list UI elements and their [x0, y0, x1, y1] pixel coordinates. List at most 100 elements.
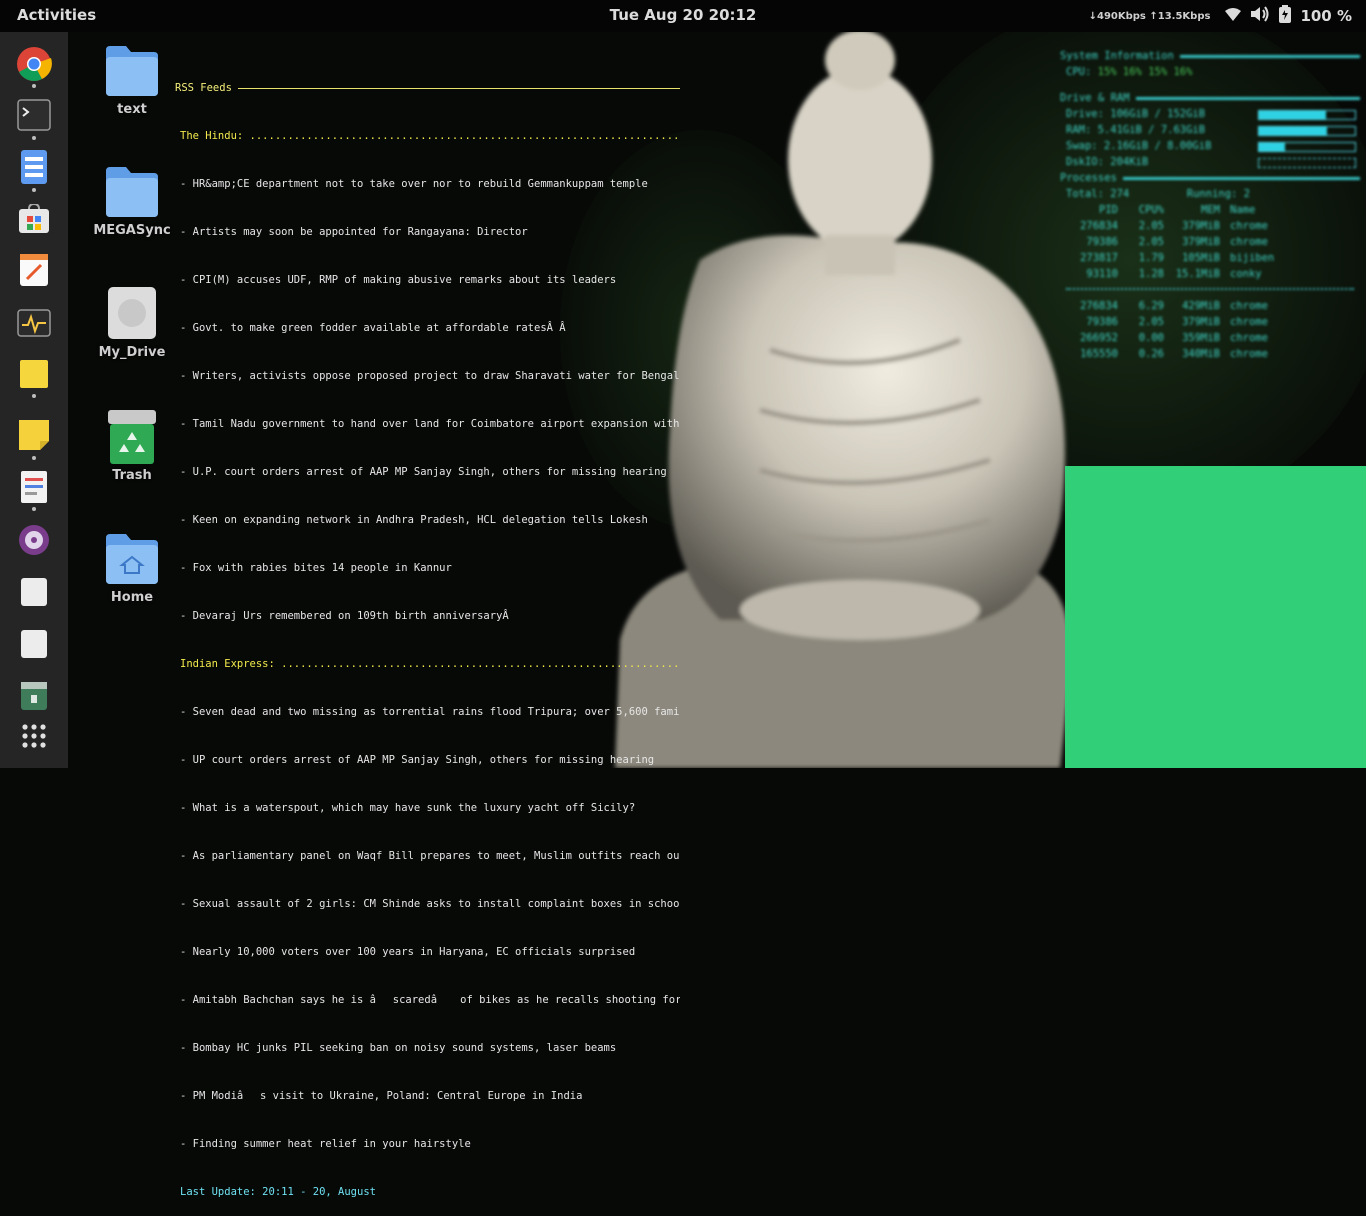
files-icon[interactable] — [14, 147, 54, 187]
terminal-icon[interactable] — [14, 95, 54, 135]
process-mem: 340MiB — [1182, 348, 1220, 360]
rss-item: - HR&amp;CE department not to take over … — [180, 178, 648, 190]
process-cpu: 1.79 — [1138, 252, 1164, 264]
rss-item: - As parliamentary panel on Waqf Bill pr… — [180, 850, 680, 862]
sticky-note-icon[interactable] — [14, 354, 54, 394]
section-title: Processes — [1060, 172, 1117, 184]
process-cpu: 0.26 — [1138, 348, 1164, 360]
process-totals: Total: 274 Running: 2 — [1060, 186, 1360, 202]
process-row: 266952 0.00 359MiB chrome — [1060, 330, 1360, 346]
clock-button[interactable]: Tue Aug 20 20:12 — [610, 6, 757, 24]
rss-item: - Seven dead and two missing as torrenti… — [180, 706, 680, 718]
cpu-values: 15% 16% 15% 16% — [1097, 66, 1193, 78]
process-cpu: 0.00 — [1138, 332, 1164, 344]
running-indicator — [32, 507, 36, 511]
process-header: PID CPU% MEM Name — [1060, 202, 1360, 218]
drive-usage: Drive: 106GiB / 152GiB — [1066, 108, 1206, 120]
rss-item: - UP court orders arrest of AAP MP Sanja… — [180, 754, 655, 766]
rss-item: - CPI(M) accuses UDF, RMP of making abus… — [180, 274, 617, 286]
process-row: 165550 0.26 340MiB chrome — [1060, 346, 1360, 362]
dock — [0, 32, 68, 768]
system-monitor-icon[interactable] — [14, 303, 54, 343]
rss-item: - Tamil Nadu government to hand over lan… — [180, 418, 680, 430]
process-pid: 79386 — [1086, 236, 1118, 248]
media-player-icon[interactable] — [14, 520, 54, 560]
process-name: chrome — [1230, 332, 1268, 344]
process-row: 93110 1.28 15.1MiB conky — [1060, 266, 1360, 282]
process-row: 276834 2.05 379MiB chrome — [1060, 218, 1360, 234]
bar-fill — [1259, 143, 1285, 151]
desktop-icon-label: My_Drive — [98, 345, 166, 360]
software-icon[interactable] — [14, 199, 54, 239]
archive-icon[interactable] — [14, 676, 54, 716]
bar-fill — [1259, 111, 1327, 119]
volume-icon[interactable] — [1250, 6, 1270, 26]
process-name: chrome — [1230, 300, 1268, 312]
rss-title: RSS Feeds — [175, 82, 232, 94]
desktop-icon-label: MEGASync — [93, 223, 171, 238]
col-cpu: CPU% — [1138, 204, 1164, 216]
blank-app-icon[interactable] — [14, 572, 54, 612]
process-cpu: 2.05 — [1138, 316, 1164, 328]
rss-item: - Amitabh Bachchan says he is âscaredâ… — [180, 994, 680, 1006]
rss-item: - Devaraj Urs remembered on 109th birth … — [180, 610, 509, 622]
process-mem: 379MiB — [1182, 220, 1220, 232]
chrome-icon[interactable] — [14, 44, 54, 84]
notes-icon[interactable] — [14, 416, 54, 456]
swap-usage-bar — [1258, 142, 1356, 152]
section-title: Drive & RAM — [1060, 92, 1130, 104]
process-name: chrome — [1230, 348, 1268, 360]
rss-source-title: The Hindu: .............................… — [180, 130, 680, 142]
folder-icon — [104, 163, 160, 219]
rss-header: RSS Feeds — [175, 80, 680, 96]
running-indicator — [32, 456, 36, 460]
rss-item: - Fox with rabies bites 14 people in Kan… — [180, 562, 452, 574]
battery-percentage: 100 % — [1300, 7, 1352, 25]
diskio-graph — [1258, 158, 1356, 168]
section-rule — [1122, 176, 1360, 180]
desktop-icon-megasync[interactable]: MEGASync — [92, 163, 172, 238]
swap-usage: Swap: 2.16GiB / 8.00GiB — [1066, 140, 1212, 152]
process-row: 79386 2.05 379MiB chrome — [1060, 234, 1360, 250]
system-tray[interactable]: ↓490Kbps ↑13.5Kbps 100 % — [1089, 5, 1352, 27]
desktop-icon-label: Home — [110, 590, 154, 605]
process-cpu: 2.05 — [1138, 236, 1164, 248]
rss-source-title: Indian Express: ........................… — [180, 658, 680, 670]
diskio-value: DskIO: 204KiB — [1066, 156, 1149, 168]
section-header: Processes — [1060, 170, 1360, 186]
ram-usage-bar — [1258, 126, 1356, 136]
rss-item: - Artists may soon be appointed for Rang… — [180, 226, 528, 238]
process-cpu: 2.05 — [1138, 220, 1164, 232]
show-apps-icon[interactable] — [14, 716, 54, 756]
desktop-icon-home[interactable]: Home — [92, 530, 172, 605]
text-editor-icon[interactable] — [14, 250, 54, 290]
blank-app-icon[interactable] — [14, 624, 54, 664]
bar-fill — [1259, 127, 1328, 135]
cpu-label: CPU: — [1066, 66, 1092, 78]
document-viewer-icon[interactable] — [14, 467, 54, 507]
process-pid: 266952 — [1080, 332, 1118, 344]
process-mem: 429MiB — [1182, 300, 1220, 312]
wifi-icon[interactable] — [1224, 6, 1242, 26]
desktop-icon-trash[interactable]: Trash — [92, 408, 172, 483]
battery-icon[interactable] — [1278, 5, 1292, 27]
process-mem: 379MiB — [1182, 316, 1220, 328]
process-row: 79386 2.05 379MiB chrome — [1060, 314, 1360, 330]
running-indicator — [32, 136, 36, 140]
process-pid: 276834 — [1080, 300, 1118, 312]
network-speed-indicator: ↓490Kbps ↑13.5Kbps — [1088, 10, 1211, 22]
activities-button[interactable]: Activities — [17, 6, 96, 24]
process-list-cpu: 276834 2.05 379MiB chrome 79386 2.05 379MiB chr… — [1060, 218, 1360, 282]
home-folder-icon — [104, 530, 160, 586]
desktop-icon-my-drive[interactable]: My_Drive — [92, 285, 172, 360]
divider — [1066, 288, 1354, 292]
rss-item: - Sexual assault of 2 girls: CM Shinde a… — [180, 898, 680, 910]
desktop-icon-text[interactable]: text — [92, 42, 172, 117]
trash-icon — [104, 408, 160, 464]
running-indicator — [32, 188, 36, 192]
green-panel — [1065, 466, 1366, 768]
process-row: 273817 1.79 105MiB bijiben — [1060, 250, 1360, 266]
process-pid: 165550 — [1080, 348, 1118, 360]
section-header: System Information — [1060, 48, 1360, 64]
desktop-icon-label: text — [117, 102, 147, 117]
